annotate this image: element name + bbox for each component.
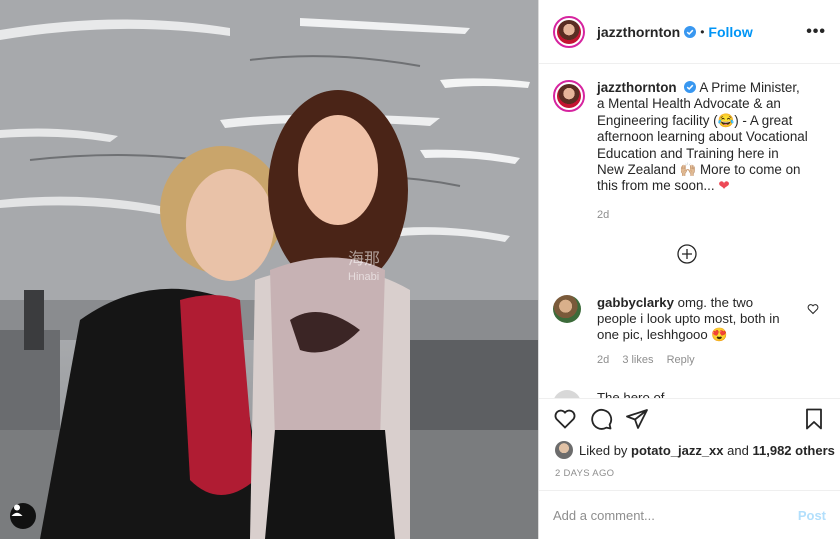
tagged-users-button[interactable] (10, 503, 36, 529)
verified-badge-icon (684, 81, 697, 93)
likes-summary: Liked by potato_jazz_xx and 11,982 other… (555, 441, 835, 459)
caption-avatar[interactable] (553, 80, 585, 112)
separator-dot: • (700, 24, 705, 39)
comments-section: jazzthornton A Prime Minister, a Mental … (539, 64, 840, 398)
watermark: 海那 Hinabi (348, 250, 380, 284)
follow-button[interactable]: Follow (708, 24, 752, 40)
post-date[interactable]: 2 DAYS AGO (555, 468, 614, 479)
commenter-avatar[interactable] (553, 295, 581, 323)
photo-illustration (0, 0, 538, 539)
comment-body: The hero of (597, 390, 665, 398)
comment-input[interactable]: Add a comment... (553, 508, 655, 523)
comment-item: The hero of (553, 390, 825, 398)
post-photo[interactable]: 海那 Hinabi (0, 0, 538, 539)
post-sidebar: jazzthornton • Follow ••• jazzthornton A… (538, 0, 840, 539)
like-heart-icon[interactable] (553, 407, 577, 431)
commenter-username[interactable]: gabbyclarky (597, 295, 674, 310)
person-icon (11, 504, 23, 516)
liked-by-prefix: Liked by (579, 442, 628, 458)
caption-body: A Prime Minister, a Mental Health Advoca… (597, 80, 808, 194)
more-options-icon[interactable]: ••• (806, 23, 826, 41)
liked-by-and: and (727, 442, 749, 458)
comment-text: The hero of (597, 390, 789, 398)
share-icon[interactable] (625, 407, 649, 431)
caption: jazzthornton A Prime Minister, a Mental … (553, 80, 826, 223)
liker-avatar[interactable] (555, 441, 573, 459)
liker-username[interactable]: potato_jazz_xx (631, 443, 723, 458)
commenter-avatar[interactable] (553, 390, 581, 398)
add-comment-bar: Add a comment... Post (539, 490, 840, 539)
author-avatar[interactable] (553, 15, 585, 48)
reply-button[interactable]: Reply (667, 354, 695, 366)
comment-icon[interactable] (589, 407, 613, 431)
post-header: jazzthornton • Follow ••• (539, 0, 840, 64)
watermark-main: 海那 (348, 251, 381, 268)
comment-text: gabbyclarky omg. the two people i look u… (597, 295, 789, 368)
watermark-sub: Hinabi (348, 271, 380, 283)
verified-badge-icon (684, 25, 697, 38)
comment-likes[interactable]: 3 likes (622, 354, 653, 366)
comment-time: 2d (597, 354, 610, 366)
save-bookmark-icon[interactable] (802, 407, 826, 431)
load-more-comments-icon[interactable] (677, 244, 697, 264)
likes-count[interactable]: 11,982 others (752, 443, 834, 458)
like-comment-icon[interactable] (807, 303, 819, 315)
heart-emoji: ❤ (718, 178, 730, 194)
post-comment-button[interactable]: Post (798, 508, 826, 523)
comment-meta: 2d 3 likes Reply (597, 352, 789, 368)
caption-text: jazzthornton A Prime Minister, a Mental … (597, 80, 809, 223)
action-bar (539, 398, 840, 438)
caption-time: 2d (597, 208, 610, 221)
caption-username[interactable]: jazzthornton (597, 80, 677, 95)
author-username[interactable]: jazzthornton (597, 24, 680, 40)
comment-item: gabbyclarky omg. the two people i look u… (553, 295, 825, 368)
